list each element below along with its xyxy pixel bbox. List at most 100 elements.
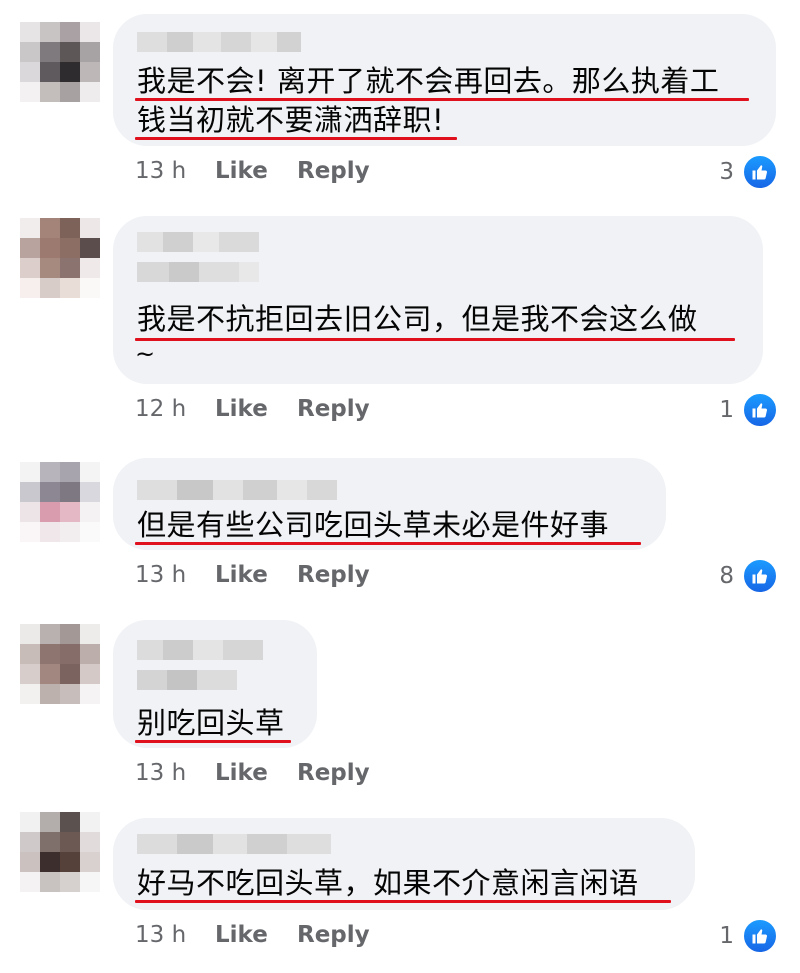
avatar[interactable] [20,812,100,892]
avatar-pixel [20,664,40,684]
avatar-pixel [40,238,60,258]
comment-bubble: 别吃回头草 [113,620,317,748]
reply-button[interactable]: Reply [297,760,370,786]
avatar-pixel [40,218,60,238]
avatar-pixel [40,684,60,704]
reactions[interactable]: 1 [719,918,778,954]
avatar-pixel [40,42,60,62]
comment-bubble: 好马不吃回头草，如果不介意闲言闲语 [113,818,695,910]
avatar-pixel [20,812,40,832]
avatar-pixel [60,238,80,258]
thumbs-up-icon [742,392,778,428]
avatar-pixel [20,42,40,62]
comment-text-line: 我是不会! 离开了就不会再回去。那么执着工 [137,64,720,98]
avatar-pixel [20,462,40,482]
avatar-pixel [80,62,100,82]
avatar-pixel [20,522,40,542]
avatar-pixel [60,644,80,664]
reaction-count: 1 [719,397,734,423]
commenter-name-redacted[interactable] [137,670,237,690]
thumbs-up-icon [742,154,778,190]
avatar-pixel [60,82,80,102]
like-button[interactable]: Like [215,562,297,588]
red-underline [135,740,291,743]
reactions[interactable]: 8 [719,558,778,594]
avatar-pixel [60,482,80,502]
avatar[interactable] [20,462,100,542]
avatar-pixel [80,482,100,502]
avatar-pixel [40,482,60,502]
avatar-pixel [80,644,100,664]
comment-bubble: 但是有些公司吃回头草未必是件好事 [113,458,666,550]
commenter-name-redacted[interactable] [137,262,259,282]
avatar-pixel [80,832,100,852]
like-button[interactable]: Like [215,760,297,786]
comment-meta: 13 h Like Reply [135,922,370,948]
commenter-name-redacted[interactable] [137,32,301,52]
reactions[interactable]: 1 [719,392,778,428]
avatar-pixel [40,664,60,684]
avatar-pixel [60,462,80,482]
timestamp[interactable]: 13 h [135,760,215,786]
avatar[interactable] [20,218,100,298]
comment-meta: 13 h Like Reply [135,158,370,184]
avatar-pixel [80,502,100,522]
avatar-pixel [20,238,40,258]
avatar-pixel [60,278,80,298]
commenter-name-redacted[interactable] [137,834,331,854]
thumbs-up-icon [742,558,778,594]
commenter-name-redacted[interactable] [137,640,263,660]
avatar-pixel [80,852,100,872]
comment-meta: 13 h Like Reply [135,562,370,588]
avatar-pixel [80,664,100,684]
avatar-pixel [40,832,60,852]
timestamp[interactable]: 13 h [135,922,215,948]
commenter-name-redacted[interactable] [137,232,259,252]
reactions[interactable]: 3 [719,154,778,190]
avatar-pixel [40,522,60,542]
avatar-pixel [40,502,60,522]
avatar[interactable] [20,22,100,102]
reply-button[interactable]: Reply [297,396,370,422]
reaction-count: 8 [719,563,734,589]
avatar-pixel [80,258,100,278]
avatar[interactable] [20,624,100,704]
reply-button[interactable]: Reply [297,922,370,948]
avatar-pixel [80,218,100,238]
avatar-pixel [20,218,40,238]
avatar-pixel [20,502,40,522]
avatar-pixel [60,218,80,238]
avatar-pixel [80,42,100,62]
avatar-pixel [80,462,100,482]
red-underline [135,542,641,545]
reply-button[interactable]: Reply [297,158,370,184]
avatar-pixel [60,502,80,522]
comment-text-line: 好马不吃回头草，如果不介意闲言闲语 [137,866,639,900]
avatar-pixel [60,522,80,542]
timestamp[interactable]: 12 h [135,396,215,422]
avatar-pixel [20,872,40,892]
timestamp[interactable]: 13 h [135,158,215,184]
like-button[interactable]: Like [215,396,297,422]
like-button[interactable]: Like [215,158,297,184]
avatar-pixel [40,258,60,278]
comment-text-extra: ~ [135,340,156,368]
avatar-pixel [80,872,100,892]
comment-meta: 13 h Like Reply [135,760,370,786]
avatar-pixel [80,278,100,298]
avatar-pixel [80,812,100,832]
avatar-pixel [20,624,40,644]
avatar-pixel [60,872,80,892]
red-underline [135,137,457,140]
avatar-pixel [60,624,80,644]
avatar-pixel [60,22,80,42]
avatar-pixel [60,852,80,872]
comment-text-line: 但是有些公司吃回头草未必是件好事 [137,508,610,542]
timestamp[interactable]: 13 h [135,562,215,588]
reply-button[interactable]: Reply [297,562,370,588]
avatar-pixel [40,82,60,102]
avatar-pixel [80,684,100,704]
commenter-name-redacted[interactable] [137,480,337,500]
like-button[interactable]: Like [215,922,297,948]
avatar-pixel [40,22,60,42]
